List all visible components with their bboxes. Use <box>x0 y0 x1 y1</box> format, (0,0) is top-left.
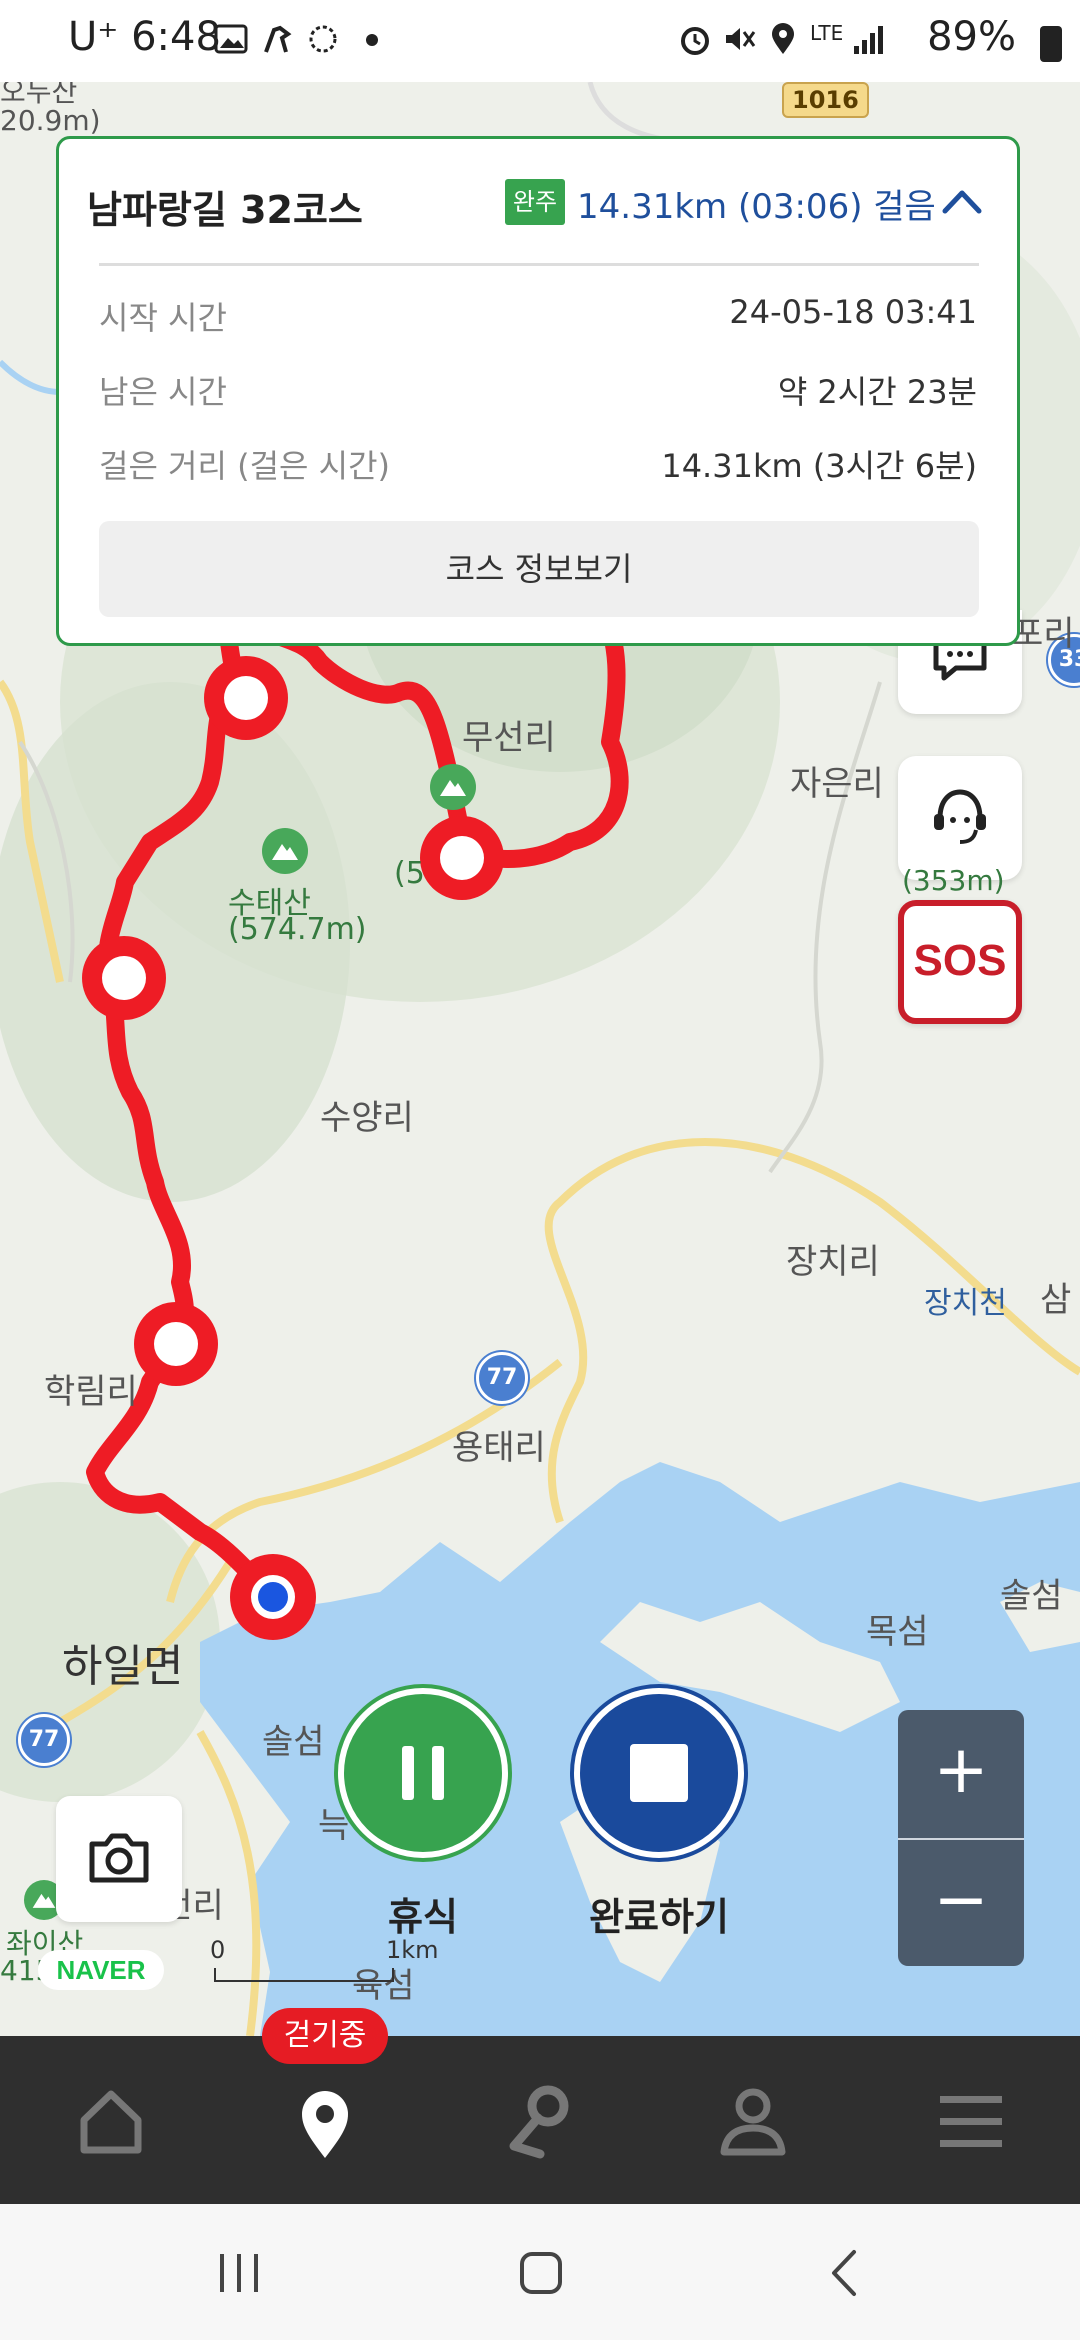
map-label-cut: 포리 <box>1012 614 1075 654</box>
map-label-village: 자은리 <box>790 764 884 804</box>
road-badge: 77 <box>476 1352 528 1404</box>
location-pin-icon <box>302 2091 348 2158</box>
highway-badge: 1016 <box>782 82 869 118</box>
route-waypoint <box>420 816 504 900</box>
chevron-up-icon[interactable] <box>939 179 985 225</box>
walked-distance-value: 14.31km (3시간 6분) <box>661 447 977 485</box>
map-label-village: 용태리 <box>452 1428 546 1468</box>
headset-icon <box>934 789 986 844</box>
finish-label: 완료하기 <box>589 1895 729 1939</box>
network-type: LTE <box>810 21 844 45</box>
map-label-village: 무선리 <box>462 718 556 758</box>
nav-profile[interactable] <box>708 2076 798 2166</box>
completed-badge: 완주 <box>505 179 565 225</box>
stop-icon <box>630 1744 688 1802</box>
home-icon <box>80 2090 142 2154</box>
notification-dot-icon <box>366 34 378 46</box>
gallery-icon <box>214 22 248 56</box>
map-label-peak-height: 20.9m) <box>0 104 101 137</box>
pause-button[interactable] <box>338 1688 508 1858</box>
camera-button[interactable] <box>56 1796 182 1922</box>
location-icon <box>766 22 800 56</box>
course-info-button[interactable]: 코스 정보보기 <box>99 521 979 617</box>
map-label-village: 장치리 <box>786 1242 880 1282</box>
pause-icon <box>402 1746 444 1800</box>
route-icon <box>509 2085 569 2159</box>
signal-icon <box>852 22 886 56</box>
mountain-icon <box>430 764 476 810</box>
camera-icon <box>89 1833 149 1883</box>
zoom-out-button[interactable]: − <box>898 1840 1024 1966</box>
recent-apps-icon[interactable] <box>214 2248 264 2298</box>
map-label-island: 솔섬 <box>1000 1576 1063 1616</box>
map-label-stream: 장치천 <box>924 1286 1007 1321</box>
voice-guide-button[interactable] <box>898 756 1022 880</box>
pause-label: 휴식 <box>388 1895 458 1939</box>
course-summary: 14.31km (03:06) 걸음 <box>577 187 936 227</box>
map-label-height: (353m) <box>902 864 1005 897</box>
remaining-time-value: 약 2시간 23분 <box>777 373 977 411</box>
alarm-icon <box>678 22 712 56</box>
scale-1km: 1km <box>386 1936 439 1964</box>
back-icon[interactable] <box>820 2248 870 2298</box>
shoe-icon <box>306 22 340 56</box>
map-scale: 0 1km <box>210 1936 439 1986</box>
battery-icon <box>1040 26 1062 62</box>
map-label-island: 목섬 <box>866 1612 929 1652</box>
map-label-village: 학림리 <box>44 1372 138 1412</box>
naver-logo: NAVER <box>38 1950 164 1990</box>
map-label-cut: (5 <box>394 856 425 891</box>
sos-button[interactable]: SOS <box>898 900 1022 1024</box>
battery-percent: 89% <box>927 14 1016 60</box>
nav-course[interactable] <box>494 2076 584 2166</box>
finish-button[interactable] <box>574 1688 744 1858</box>
remaining-time-label: 남은 시간 <box>99 373 227 411</box>
zoom-in-button[interactable]: + <box>898 1710 1024 1836</box>
bottom-navigation <box>0 2036 1080 2204</box>
start-time-label: 시작 시간 <box>99 299 227 337</box>
route-waypoint <box>204 656 288 740</box>
mountain-icon <box>262 828 308 874</box>
map-label-island: 솔섬 <box>262 1722 325 1762</box>
route-waypoint <box>82 936 166 1020</box>
card-divider <box>99 263 979 266</box>
menu-icon <box>940 2096 1002 2147</box>
route-waypoint <box>134 1302 218 1386</box>
map-label-cut: 삼 <box>1040 1280 1072 1320</box>
road-badge: 77 <box>18 1714 70 1766</box>
walking-status-badge: 걷기중 <box>262 2008 388 2064</box>
nav-menu[interactable] <box>926 2076 1016 2166</box>
system-navigation-bar <box>0 2204 1080 2340</box>
scale-zero: 0 <box>210 1936 226 1964</box>
map-label-mountain-height: (574.7m) <box>228 912 367 947</box>
user-icon <box>720 2088 786 2156</box>
status-bar: U⁺ 6:48 LTE 89% <box>0 0 1080 82</box>
zoom-control: + − <box>898 1710 1024 1966</box>
nav-walking[interactable] <box>280 2076 370 2166</box>
current-location-marker <box>230 1554 316 1640</box>
status-time: U⁺ 6:48 <box>68 14 221 60</box>
nav-home[interactable] <box>66 2076 156 2166</box>
home-nav-icon[interactable] <box>516 2248 566 2298</box>
walked-distance-label: 걸은 거리 (걸은 시간) <box>99 447 391 485</box>
course-title: 남파랑길 32코스 <box>87 188 363 232</box>
mute-icon <box>722 22 756 56</box>
map-label-village: 수양리 <box>320 1098 414 1138</box>
course-info-card: 남파랑길 32코스 완주 14.31km (03:06) 걸음 시작 시간 24… <box>56 136 1020 646</box>
walking-app-icon <box>260 22 294 56</box>
start-time-value: 24-05-18 03:41 <box>729 293 977 331</box>
map-label-town: 하일면 <box>62 1641 184 1692</box>
